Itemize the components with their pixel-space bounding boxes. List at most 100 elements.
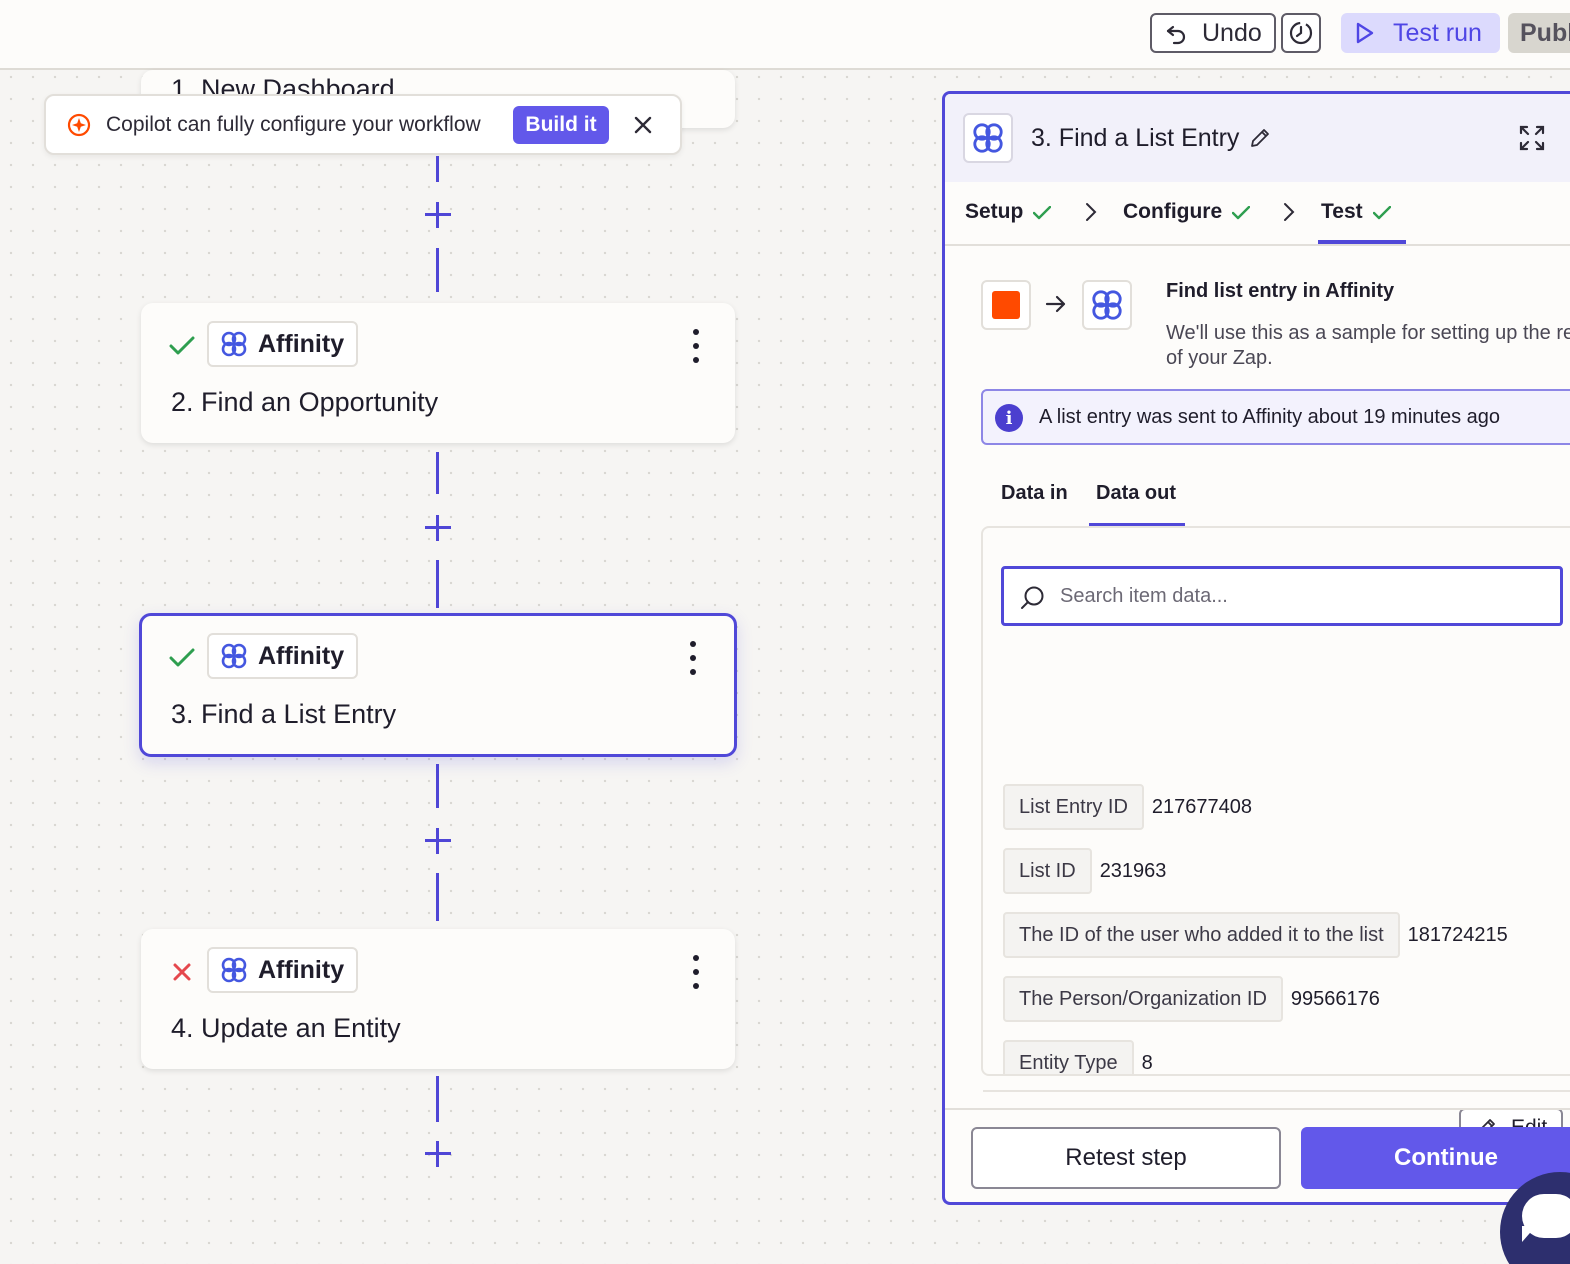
copilot-message: Copilot can fully configure your workflo… — [106, 112, 481, 136]
search-input[interactable] — [1060, 581, 1540, 611]
test-run-label: Test run — [1393, 18, 1482, 47]
chevron-right-icon — [1086, 203, 1097, 221]
sample-description: We'll use this as a sample for setting u… — [1166, 322, 1570, 369]
history-button[interactable] — [1281, 13, 1321, 53]
sample-title: Find list entry in Affinity — [1166, 280, 1395, 302]
field-row: The ID of the user who added it to the l… — [1003, 911, 1508, 959]
tab-label: Configure — [1123, 200, 1223, 223]
affinity-logo-icon — [973, 123, 1003, 153]
undo-icon — [1166, 25, 1186, 45]
close-icon[interactable] — [632, 114, 654, 136]
tab-test[interactable]: Test — [1321, 200, 1391, 224]
publish-label: Publ — [1520, 18, 1570, 47]
field-list: List Entry ID 217677408 List ID 231963 T… — [983, 678, 1570, 980]
step-title: 2. Find an Opportunity — [171, 387, 439, 417]
check-icon — [1033, 206, 1052, 220]
connector-line — [436, 1076, 439, 1122]
check-icon — [1232, 206, 1251, 220]
info-banner: i A list entry was sent to Affinity abou… — [981, 389, 1570, 445]
connector-line — [436, 764, 439, 808]
build-it-button[interactable]: Build it — [513, 106, 609, 144]
field-key[interactable]: The ID of the user who added it to the l… — [1003, 912, 1400, 958]
step-title: 3. Find a List Entry — [171, 699, 397, 729]
pencil-icon[interactable] — [1249, 127, 1271, 149]
divider — [983, 1090, 1570, 1092]
connector-line — [436, 452, 439, 494]
test-run-button[interactable]: Test run — [1341, 13, 1500, 53]
workflow-step-2[interactable]: Affinity 2. Find an Opportunity — [141, 303, 735, 443]
app-badge: Affinity — [207, 321, 359, 367]
undo-label: Undo — [1202, 18, 1262, 47]
field-row: The Person/Organization ID 99566176 — [1003, 975, 1380, 1023]
search-icon — [1021, 586, 1044, 609]
add-step-button[interactable] — [423, 513, 453, 543]
field-row: List ID 231963 — [1003, 847, 1166, 895]
tab-label: Setup — [965, 200, 1024, 223]
field-row: List Entry ID 217677408 — [1003, 783, 1252, 831]
app-badge: Affinity — [207, 947, 359, 993]
data-output-box: List Entry ID 217677408 List ID 231963 T… — [981, 526, 1570, 1148]
copilot-banner: Copilot can fully configure your workflo… — [44, 94, 682, 155]
expand-icon[interactable] — [1518, 124, 1546, 152]
publish-button[interactable]: Publ — [1508, 13, 1570, 53]
active-tab-indicator — [1318, 240, 1406, 244]
panel-header: 3. Find a List Entry — [945, 94, 1570, 182]
info-text: A list entry was sent to Affinity about … — [1039, 406, 1501, 428]
field-value: 217677408 — [1151, 795, 1253, 818]
affinity-logo-icon — [221, 643, 247, 669]
retest-step-button[interactable]: Retest step — [971, 1127, 1281, 1189]
field-value: 99566176 — [1290, 987, 1380, 1010]
app-name: Affinity — [258, 329, 345, 358]
tab-label: Test — [1321, 200, 1363, 223]
tab-data-out[interactable]: Data out — [1096, 482, 1176, 505]
app-name: Affinity — [258, 641, 345, 670]
history-icon — [1289, 21, 1313, 45]
field-key[interactable]: List Entry ID — [1003, 784, 1144, 830]
add-step-button[interactable] — [423, 200, 453, 230]
copilot-icon — [67, 113, 91, 137]
field-value: 181724215 — [1407, 923, 1508, 946]
more-vertical-icon[interactable] — [686, 641, 700, 675]
field-key[interactable]: The Person/Organization ID — [1003, 976, 1283, 1022]
chevron-right-icon — [1284, 203, 1295, 221]
panel-title: 3. Find a List Entry — [1031, 124, 1240, 152]
app-badge: Affinity — [207, 633, 359, 679]
more-vertical-icon[interactable] — [689, 329, 703, 363]
step-tabs: Setup Configure Test — [945, 182, 1570, 246]
top-bar: Undo Test run Publ — [0, 0, 1570, 70]
workflow-step-4[interactable]: Affinity 4. Update an Entity — [141, 929, 735, 1069]
data-tabs: Data in Data out — [981, 474, 1570, 528]
connector-line — [436, 156, 439, 182]
add-step-button[interactable] — [423, 826, 453, 856]
undo-button[interactable]: Undo — [1150, 13, 1276, 53]
connector-line — [436, 248, 439, 292]
field-value: 231963 — [1099, 859, 1167, 882]
search-field[interactable] — [1001, 566, 1563, 626]
add-step-button[interactable] — [423, 1139, 453, 1169]
more-vertical-icon[interactable] — [689, 955, 703, 989]
affinity-logo-icon — [221, 957, 247, 983]
tab-configure[interactable]: Configure — [1123, 200, 1251, 224]
connector-line — [436, 560, 439, 608]
workflow-step-3[interactable]: Affinity 3. Find a List Entry — [139, 613, 737, 757]
source-app-icon — [981, 280, 1031, 330]
x-icon — [169, 959, 195, 985]
play-icon — [1356, 22, 1374, 44]
field-list-bottom: Entity Type 8 — [983, 1038, 1570, 1074]
affinity-logo-icon — [1092, 290, 1122, 320]
field-key[interactable]: List ID — [1003, 848, 1092, 894]
tab-data-in[interactable]: Data in — [1001, 482, 1068, 505]
affinity-logo-icon — [221, 331, 247, 357]
check-icon — [169, 645, 195, 671]
check-icon — [1372, 206, 1391, 220]
info-icon: i — [995, 404, 1023, 432]
field-row: Entity Type 8 — [1003, 1039, 1153, 1074]
footer-divider — [945, 1108, 1570, 1110]
destination-app-icon — [1082, 280, 1132, 330]
panel-app-icon — [963, 113, 1013, 163]
tab-setup[interactable]: Setup — [965, 200, 1052, 224]
step-detail-panel: 3. Find a List Entry Setup Configure Tes… — [942, 91, 1570, 1205]
field-key[interactable]: Entity Type — [1003, 1040, 1134, 1074]
connector-line — [436, 873, 439, 921]
arrow-right-icon — [1045, 295, 1066, 313]
